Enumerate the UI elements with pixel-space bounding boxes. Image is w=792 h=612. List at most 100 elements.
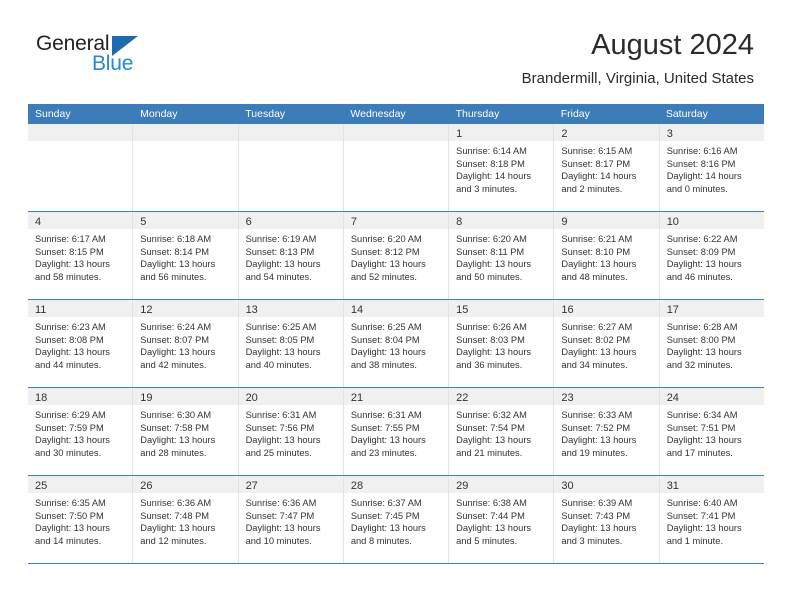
day-detail-line: Daylight: 13 hours (350, 523, 426, 534)
day-detail-line: Sunset: 8:15 PM (35, 246, 104, 257)
day-cell-13[interactable]: 13 Sunrise: 6:25 AM Sunset: 8:05 PM Dayligh… (238, 300, 344, 387)
day-cell-19[interactable]: 19 Sunrise: 6:30 AM Sunset: 7:58 PM Dayligh… (133, 388, 239, 475)
day-details: Sunrise: 6:28 AM Sunset: 8:00 PM Daylight:… (660, 317, 764, 371)
day-cell-10[interactable]: 10 Sunrise: 6:22 AM Sunset: 8:09 PM Dayligh… (659, 212, 764, 299)
day-detail-line: Daylight: 14 hours (666, 171, 742, 182)
day-number-band: 12 (133, 300, 238, 317)
day-cell-15[interactable]: 15 Sunrise: 6:26 AM Sunset: 8:03 PM Dayligh… (449, 300, 555, 387)
calendar-page: General Blue August 2024 Brandermill, Vi… (0, 0, 792, 612)
day-detail-line: and 36 minutes. (456, 359, 523, 370)
day-cell-9[interactable]: 9 Sunrise: 6:21 AM Sunset: 8:10 PM Daylight… (554, 212, 660, 299)
day-detail-line: Sunset: 8:12 PM (350, 246, 420, 257)
day-cell-22[interactable]: 22 Sunrise: 6:32 AM Sunset: 7:54 PM Dayligh… (449, 388, 555, 475)
day-details: Sunrise: 6:24 AM Sunset: 8:07 PM Daylight:… (133, 317, 237, 371)
day-cell-3[interactable]: 3 Sunrise: 6:16 AM Sunset: 8:16 PM Daylight… (659, 124, 764, 211)
day-number: 14 (350, 304, 364, 316)
day-number-band: 2 (554, 124, 659, 141)
day-number: 19 (140, 392, 153, 404)
day-number-band (238, 124, 343, 141)
day-cell-14[interactable]: 14 Sunrise: 6:25 AM Sunset: 8:04 PM Dayligh… (343, 300, 450, 387)
day-detail-line: and 48 minutes. (561, 271, 628, 282)
day-number: 3 (666, 128, 673, 140)
day-cell-27[interactable]: 27 Sunrise: 6:36 AM Sunset: 7:47 PM Dayligh… (238, 476, 344, 563)
day-cell-29[interactable]: 29 Sunrise: 6:38 AM Sunset: 7:44 PM Dayligh… (449, 476, 555, 563)
day-detail-line: Daylight: 13 hours (140, 435, 216, 446)
day-details: Sunrise: 6:36 AM Sunset: 7:47 PM Daylight:… (239, 493, 343, 547)
day-details: Sunrise: 6:21 AM Sunset: 8:10 PM Daylight:… (554, 229, 658, 283)
day-detail-line: and 34 minutes. (561, 359, 628, 370)
day-number-band: 5 (133, 212, 238, 229)
day-detail-line: Sunrise: 6:19 AM (245, 234, 317, 244)
day-detail-line: and 52 minutes. (350, 271, 417, 282)
day-details: Sunrise: 6:37 AM Sunset: 7:45 PM Daylight:… (344, 493, 448, 547)
day-number: 2 (561, 128, 568, 140)
day-detail-line: Sunset: 8:16 PM (666, 158, 736, 169)
day-cell-1[interactable]: 1 Sunrise: 6:14 AM Sunset: 8:18 PM Daylight… (449, 124, 555, 211)
day-detail-line: Sunset: 8:13 PM (245, 246, 315, 257)
day-number: 13 (245, 304, 258, 316)
day-of-week-saturday: Saturday (665, 108, 708, 120)
day-cell-8[interactable]: 8 Sunrise: 6:20 AM Sunset: 8:11 PM Daylight… (449, 212, 555, 299)
day-number: 20 (245, 392, 258, 404)
day-detail-line: Sunrise: 6:15 AM (561, 146, 633, 156)
day-cell-18[interactable]: 18 Sunrise: 6:29 AM Sunset: 7:59 PM Dayligh… (28, 388, 134, 475)
day-cell-23[interactable]: 23 Sunrise: 6:33 AM Sunset: 7:52 PM Dayligh… (554, 388, 660, 475)
day-detail-line: Sunset: 8:17 PM (561, 158, 631, 169)
day-number: 29 (456, 480, 469, 492)
day-detail-line: Daylight: 13 hours (666, 435, 742, 446)
day-cell-5[interactable]: 5 Sunrise: 6:18 AM Sunset: 8:14 PM Daylight… (133, 212, 239, 299)
day-detail-line: Sunrise: 6:28 AM (666, 322, 738, 332)
day-detail-line: Daylight: 13 hours (666, 347, 742, 358)
day-of-week-monday: Monday (140, 108, 178, 120)
day-cell-empty (238, 124, 344, 211)
day-detail-line: Sunset: 8:04 PM (350, 334, 420, 345)
day-cell-24[interactable]: 24 Sunrise: 6:34 AM Sunset: 7:51 PM Dayligh… (659, 388, 764, 475)
day-number-band: 4 (28, 212, 133, 229)
day-cell-26[interactable]: 26 Sunrise: 6:36 AM Sunset: 7:48 PM Dayligh… (133, 476, 239, 563)
day-cell-6[interactable]: 6 Sunrise: 6:19 AM Sunset: 8:13 PM Daylight… (238, 212, 344, 299)
day-cell-17[interactable]: 17 Sunrise: 6:28 AM Sunset: 8:00 PM Dayligh… (659, 300, 764, 387)
day-cell-16[interactable]: 16 Sunrise: 6:27 AM Sunset: 8:02 PM Dayligh… (554, 300, 660, 387)
day-cell-11[interactable]: 11 Sunrise: 6:23 AM Sunset: 8:08 PM Dayligh… (28, 300, 134, 387)
day-detail-line: Daylight: 13 hours (666, 523, 742, 534)
day-cell-12[interactable]: 12 Sunrise: 6:24 AM Sunset: 8:07 PM Dayligh… (133, 300, 239, 387)
day-detail-line: and 3 minutes. (561, 535, 623, 546)
day-cell-7[interactable]: 7 Sunrise: 6:20 AM Sunset: 8:12 PM Daylight… (343, 212, 450, 299)
day-cell-20[interactable]: 20 Sunrise: 6:31 AM Sunset: 7:56 PM Dayligh… (238, 388, 344, 475)
brand-logo[interactable]: General Blue (36, 32, 186, 84)
day-cell-30[interactable]: 30 Sunrise: 6:39 AM Sunset: 7:43 PM Dayligh… (554, 476, 660, 563)
day-number: 5 (140, 216, 147, 228)
day-number: 16 (561, 304, 574, 316)
day-detail-line: Daylight: 13 hours (666, 259, 742, 270)
day-detail-line: Sunrise: 6:17 AM (35, 234, 106, 244)
day-detail-line: and 3 minutes. (456, 183, 518, 194)
day-cell-28[interactable]: 28 Sunrise: 6:37 AM Sunset: 7:45 PM Dayligh… (343, 476, 450, 563)
day-number: 24 (666, 392, 679, 404)
day-number-band: 6 (238, 212, 343, 229)
day-number: 25 (35, 480, 48, 492)
page-header: General Blue August 2024 Brandermill, Vi… (0, 0, 792, 104)
day-details: Sunrise: 6:20 AM Sunset: 8:11 PM Daylight:… (449, 229, 553, 283)
day-details: Sunrise: 6:30 AM Sunset: 7:58 PM Daylight:… (133, 405, 237, 459)
day-number: 1 (456, 128, 463, 140)
day-cell-2[interactable]: 2 Sunrise: 6:15 AM Sunset: 8:17 PM Daylight… (554, 124, 660, 211)
title-block: August 2024 Brandermill, Virginia, Unite… (522, 28, 754, 88)
day-number: 18 (35, 392, 48, 404)
day-cell-31[interactable]: 31 Sunrise: 6:40 AM Sunset: 7:41 PM Dayligh… (659, 476, 764, 563)
day-detail-line: Sunset: 8:02 PM (561, 334, 631, 345)
day-detail-line: Daylight: 13 hours (140, 523, 216, 534)
day-detail-line: Sunrise: 6:20 AM (350, 234, 422, 244)
day-detail-line: Daylight: 13 hours (245, 259, 321, 270)
day-number: 26 (140, 480, 153, 492)
day-cell-4[interactable]: 4 Sunrise: 6:17 AM Sunset: 8:15 PM Daylight… (28, 212, 134, 299)
day-cell-21[interactable]: 21 Sunrise: 6:31 AM Sunset: 7:55 PM Dayligh… (343, 388, 450, 475)
day-detail-line: and 14 minutes. (35, 535, 102, 546)
day-detail-line: Daylight: 13 hours (456, 347, 532, 358)
day-detail-line: Sunset: 8:03 PM (456, 334, 525, 345)
day-detail-line: Sunrise: 6:34 AM (666, 410, 738, 420)
day-detail-line: and 58 minutes. (35, 271, 102, 282)
day-detail-line: Sunset: 7:58 PM (140, 422, 210, 433)
day-cell-25[interactable]: 25 Sunrise: 6:35 AM Sunset: 7:50 PM Dayligh… (28, 476, 134, 563)
day-detail-line: Daylight: 13 hours (561, 523, 637, 534)
day-detail-line: Sunrise: 6:16 AM (666, 146, 738, 156)
